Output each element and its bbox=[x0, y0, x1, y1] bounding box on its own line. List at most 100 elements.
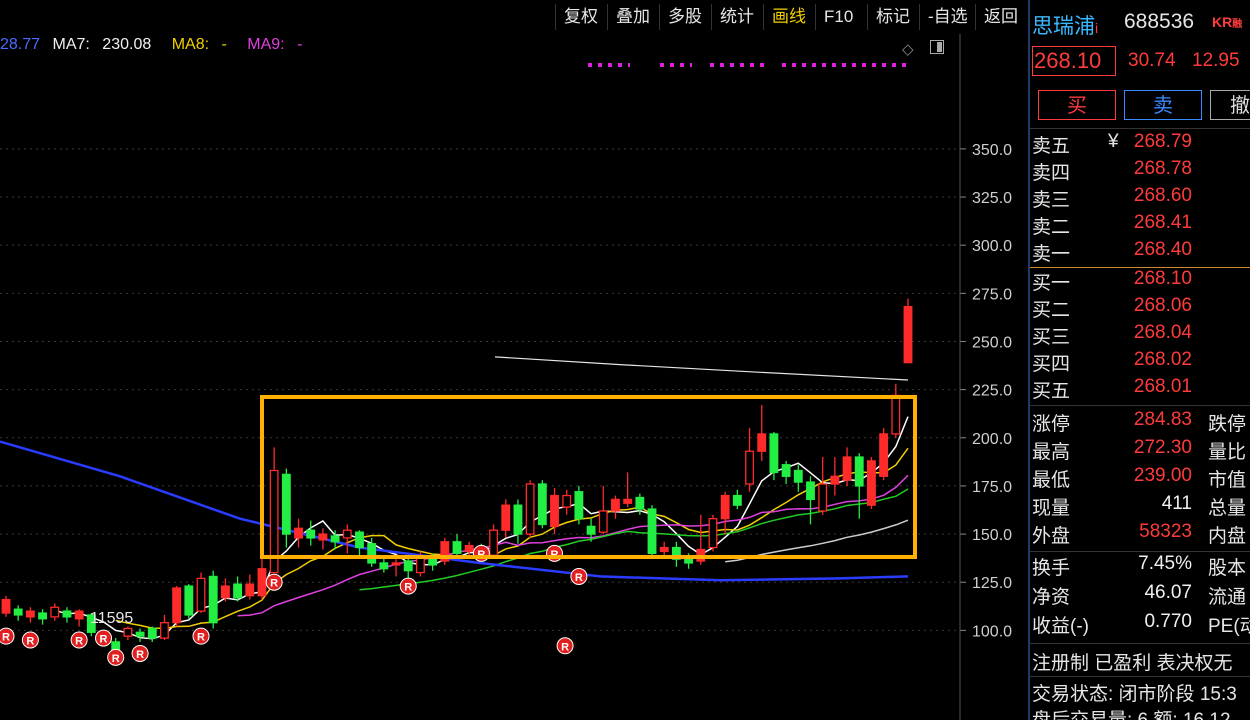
y-tick-label: 100.0 bbox=[972, 623, 1012, 640]
candle bbox=[160, 614, 169, 640]
diamond-icon[interactable]: ◇ bbox=[902, 40, 914, 58]
candle-body bbox=[403, 560, 413, 572]
toolbar-button-0[interactable]: 复权 bbox=[555, 4, 606, 30]
candle bbox=[513, 499, 523, 544]
candle-body bbox=[647, 508, 657, 554]
candle-body bbox=[220, 585, 230, 599]
buy-button[interactable]: 买 bbox=[1038, 90, 1116, 120]
candle bbox=[525, 480, 535, 538]
candle bbox=[903, 298, 913, 364]
candle-body bbox=[62, 610, 72, 618]
stat-label: 最高 bbox=[1032, 442, 1071, 463]
r-marker-icon: R bbox=[399, 577, 417, 595]
candle-body bbox=[635, 496, 645, 510]
stock-tags-small: 融 bbox=[1232, 19, 1243, 30]
stat-value: 272.30 bbox=[1133, 437, 1192, 458]
toolbar-button-3[interactable]: 统计 bbox=[711, 4, 762, 30]
ask-row: 卖三 268.60 bbox=[1030, 185, 1250, 212]
candle bbox=[25, 607, 35, 623]
candle-body bbox=[525, 483, 535, 535]
trade-status: 交易状态: 闭市阶段 15:3 bbox=[1032, 684, 1237, 705]
kline-chart[interactable]: 100.0 125.0 150.0 175.0 200.0 225.0 250.0 275.0… bbox=[0, 0, 1028, 720]
r-marker-icon: R bbox=[556, 637, 574, 655]
r-marker-icon: R bbox=[192, 627, 210, 645]
candle bbox=[294, 518, 303, 548]
candle bbox=[269, 447, 279, 574]
candle bbox=[74, 609, 84, 627]
panel-toggle-icon[interactable] bbox=[930, 40, 944, 54]
candle bbox=[355, 530, 364, 556]
candle-body bbox=[623, 498, 633, 504]
current-price: 268.10 bbox=[1034, 48, 1102, 73]
stat2-value: 0.770 bbox=[1144, 611, 1192, 632]
candle bbox=[830, 457, 840, 496]
candle bbox=[671, 541, 681, 567]
y-tick-label: 250.0 bbox=[972, 334, 1012, 351]
candle-body bbox=[281, 473, 291, 535]
candle bbox=[123, 626, 133, 640]
candle-body bbox=[1, 598, 11, 614]
candle bbox=[489, 524, 498, 558]
bid-label: 买二 bbox=[1032, 300, 1071, 321]
candle-body bbox=[355, 531, 364, 549]
candle-body bbox=[489, 529, 498, 556]
y-tick-label: 200.0 bbox=[972, 431, 1012, 448]
candle-body bbox=[586, 525, 596, 535]
candle bbox=[659, 541, 669, 556]
volume-marker: 11595 bbox=[90, 610, 134, 627]
bid-row: 买一 268.10 bbox=[1030, 268, 1250, 295]
toolbar-button-4[interactable]: 画线 bbox=[763, 4, 814, 30]
candle-body bbox=[781, 464, 791, 477]
candle bbox=[38, 609, 47, 625]
candle bbox=[62, 607, 72, 623]
candle-body bbox=[172, 587, 182, 624]
candle-body bbox=[184, 585, 194, 616]
candle-body bbox=[233, 583, 243, 599]
toolbar-button-6[interactable]: 标记 bbox=[867, 4, 918, 30]
bid-row: 买三 268.04 bbox=[1030, 322, 1250, 349]
svg-text:R: R bbox=[100, 634, 108, 646]
candle-body bbox=[416, 556, 425, 574]
svg-text:R: R bbox=[404, 582, 412, 594]
candle-body bbox=[708, 518, 718, 549]
ask-row: 卖二 268.41 bbox=[1030, 212, 1250, 239]
y-tick-label: 300.0 bbox=[972, 238, 1012, 255]
stock-tags: KR bbox=[1212, 14, 1233, 30]
candle bbox=[562, 489, 572, 515]
stock-name[interactable]: 思瑞浦 bbox=[1032, 15, 1095, 38]
ma9-value: - bbox=[297, 36, 303, 53]
toolbar-button-5[interactable]: F10 bbox=[815, 4, 861, 30]
candle bbox=[233, 576, 243, 602]
bid-label: 买四 bbox=[1032, 354, 1071, 375]
candle bbox=[452, 534, 462, 558]
toolbar-button-1[interactable]: 叠加 bbox=[607, 4, 658, 30]
candle-body bbox=[769, 433, 779, 474]
toolbar-button-2[interactable]: 多股 bbox=[659, 4, 710, 30]
candle-body bbox=[757, 433, 767, 452]
candle-body bbox=[732, 494, 742, 506]
candle-body bbox=[38, 612, 47, 620]
stat-ext-label: 总量 bbox=[1208, 498, 1247, 519]
price-change: 30.74 bbox=[1128, 50, 1176, 71]
candle-body bbox=[550, 494, 559, 528]
stat-row: 涨停 284.83 跌停 bbox=[1030, 409, 1250, 436]
r-marker-icon: R bbox=[70, 631, 88, 649]
stat-label: 现量 bbox=[1032, 498, 1071, 519]
stat-ext-label: 市值 bbox=[1208, 470, 1247, 491]
toolbar-button-7[interactable]: -自选 bbox=[919, 4, 976, 30]
stat-value: 239.00 bbox=[1133, 465, 1192, 486]
candle bbox=[306, 520, 316, 546]
svg-text:R: R bbox=[2, 632, 10, 644]
ask-label: 卖二 bbox=[1032, 217, 1071, 238]
stat-value: 411 bbox=[1161, 493, 1192, 514]
bid-value: 268.06 bbox=[1133, 295, 1192, 316]
toolbar-button-8[interactable]: 返回 bbox=[975, 4, 1026, 30]
sell-button[interactable]: 卖 bbox=[1124, 90, 1202, 120]
stat-row: 最低 239.00 市值 bbox=[1030, 465, 1250, 492]
cancel-button[interactable]: 撤 bbox=[1210, 90, 1250, 120]
candle bbox=[598, 485, 608, 535]
candle-body bbox=[806, 481, 815, 501]
candle-body bbox=[74, 610, 84, 620]
candle bbox=[867, 457, 876, 510]
candle-body bbox=[196, 577, 206, 612]
